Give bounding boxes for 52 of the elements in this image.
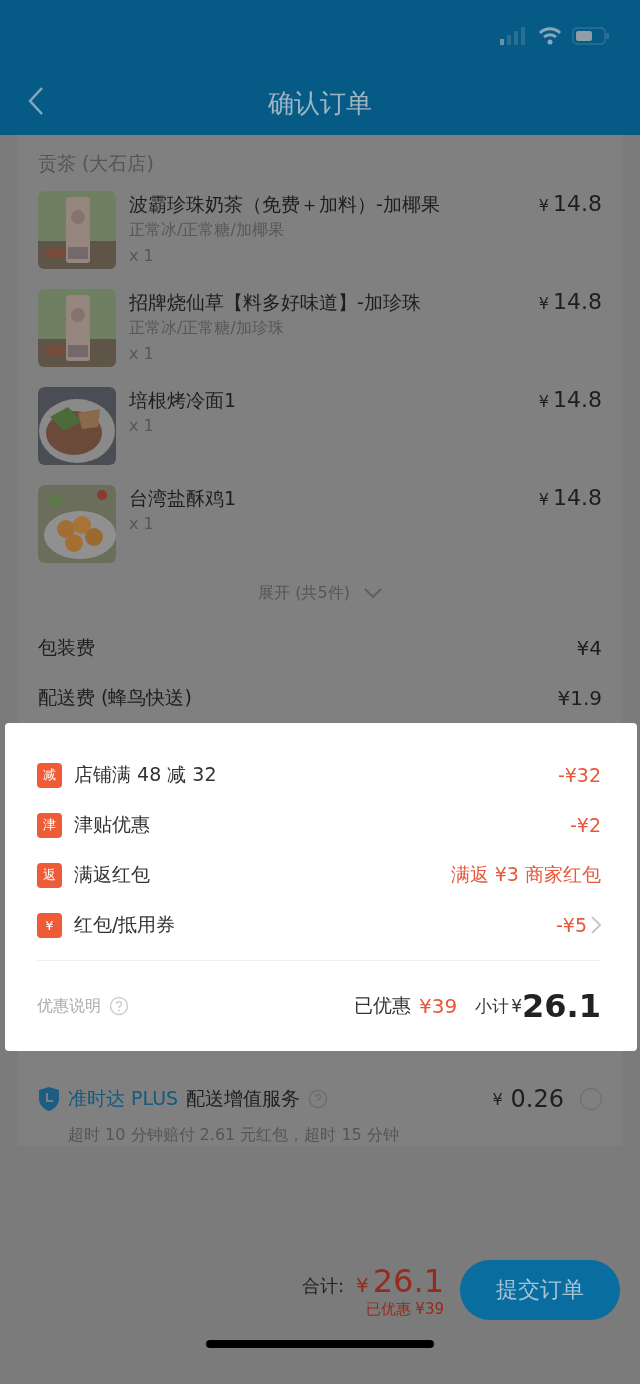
promo-value: 满返 ¥3 商家红包 (450, 862, 601, 887)
promo-badge: ¥ (37, 912, 62, 938)
promo-label: 店铺满 48 减 32 (74, 762, 218, 787)
page-title: 确认订单 (268, 87, 372, 120)
promo-badge: 返 (37, 862, 62, 888)
item-price: 14.8 (553, 485, 602, 510)
item-name: 招牌烧仙草【料多好味道】-加珍珠 (129, 290, 422, 315)
item-name: 波霸珍珠奶茶（免费＋加料）-加椰果 (129, 192, 441, 217)
promo-label: 满返红包 (74, 862, 151, 887)
saved-amount: 已优惠 ¥39 (365, 1299, 444, 1319)
saved-amount: ¥39 (419, 994, 458, 1018)
currency-sign: ¥ (492, 1089, 503, 1109)
fee-label: 配送费 (蜂鸟快送) (38, 685, 192, 710)
subtotal-label: 小计 (475, 994, 510, 1018)
currency-sign: ¥ (538, 294, 549, 313)
item-price: 14.8 (553, 387, 602, 412)
total-amount: 26.1 (372, 1261, 444, 1300)
promo-label: 红包/抵用券 (74, 912, 177, 937)
item-name: 台湾盐酥鸡1 (129, 486, 238, 511)
fee-label: 包装费 (38, 635, 95, 660)
chevron-down-icon[interactable] (363, 588, 382, 598)
service-brand: 准时达 PLUS (68, 1086, 179, 1111)
promo-value: -¥2 (569, 814, 601, 836)
promo-label: 津贴优惠 (74, 812, 151, 837)
home-indicator[interactable] (206, 1340, 434, 1348)
currency-sign: ¥ (538, 196, 549, 215)
promo-note-link[interactable]: 优惠说明 (37, 995, 101, 1017)
item-price: 14.8 (553, 289, 602, 314)
currency-sign: ¥ (356, 1272, 369, 1297)
back-icon[interactable] (28, 86, 44, 116)
promo-badge: 津 (37, 812, 62, 838)
item-name: 培根烤冷面1 (129, 388, 238, 413)
item-price: 14.8 (553, 191, 602, 216)
promo-value: -¥5 (555, 914, 587, 936)
currency-sign: ¥ (538, 490, 549, 509)
total-label: 合计: (301, 1273, 344, 1298)
currency-sign: ¥ (538, 392, 549, 411)
service-price: 0.26 (510, 1085, 564, 1113)
promo-badge: 减 (37, 762, 62, 788)
submit-order-button[interactable]: 提交订单 (460, 1260, 620, 1320)
promo-value: -¥32 (557, 764, 601, 786)
service-label: 配送增值服务 (186, 1086, 301, 1111)
fee-value: ¥1.9 (557, 686, 602, 710)
battery-icon (572, 27, 610, 45)
chevron-right-icon[interactable] (591, 916, 601, 934)
fee-value: ¥4 (576, 636, 602, 660)
shield-clock-icon (38, 1087, 60, 1111)
currency-sign: ¥ (511, 996, 523, 1016)
saved-label: 已优惠 (354, 993, 412, 1018)
signal-icon (500, 27, 526, 45)
wifi-icon (538, 27, 562, 45)
subtotal-amount: 26.1 (522, 987, 601, 1025)
